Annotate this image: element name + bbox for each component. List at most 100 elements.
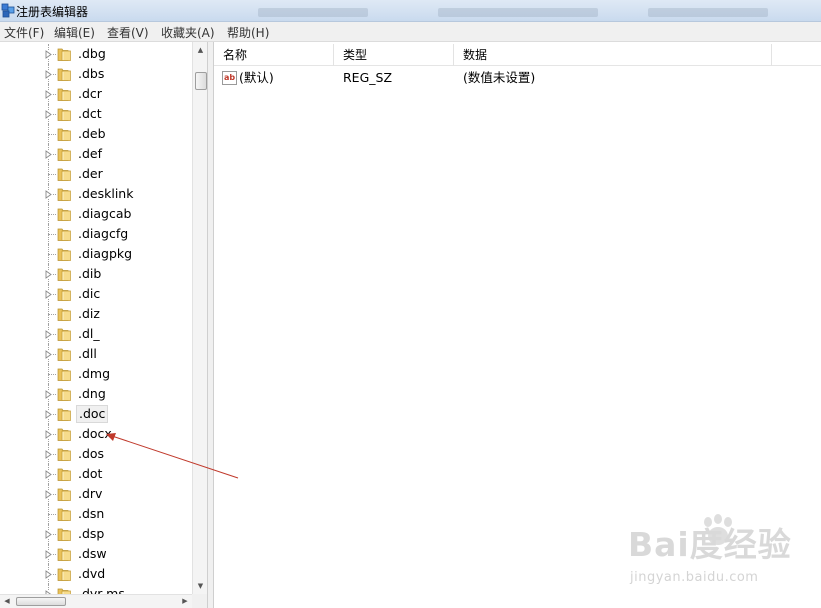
tree-item-label: .dcr <box>78 86 102 101</box>
menu-edit[interactable]: 编辑(E) <box>52 24 97 41</box>
tree-connector-line <box>48 254 56 255</box>
blurred-tab <box>438 8 598 17</box>
scroll-left-arrow-icon[interactable]: ◀ <box>0 595 14 608</box>
expand-triangle-icon[interactable] <box>44 270 53 279</box>
tree-item[interactable]: .deb <box>0 124 192 144</box>
tree-item[interactable]: .drv <box>0 484 192 504</box>
expand-triangle-icon[interactable] <box>44 110 53 119</box>
expand-triangle-icon[interactable] <box>44 350 53 359</box>
tree-item-label: .deb <box>78 126 106 141</box>
tree-item-label: .dll <box>78 346 97 361</box>
menu-file[interactable]: 文件(F) <box>2 24 46 41</box>
tree-item[interactable]: .dsp <box>0 524 192 544</box>
tree-item-label: .diagpkg <box>78 246 133 261</box>
tree-item[interactable]: .dl_ <box>0 324 192 344</box>
menu-bar: 文件(F) 编辑(E) 查看(V) 收藏夹(A) 帮助(H) <box>0 22 821 42</box>
tree-connector-line <box>48 374 56 375</box>
tree-item-label: .diz <box>78 306 100 321</box>
expand-triangle-icon[interactable] <box>44 330 53 339</box>
tree-item[interactable]: .diagcfg <box>0 224 192 244</box>
tree-item-label: .dbs <box>78 66 105 81</box>
expand-triangle-icon[interactable] <box>44 410 53 419</box>
expand-triangle-icon[interactable] <box>44 430 53 439</box>
key-tree: .dbg .dbs .dcr .dct .deb .def .der .desklink .di… <box>0 42 192 594</box>
menu-favorites[interactable]: 收藏夹(A) <box>159 24 217 41</box>
tree-item[interactable]: .def <box>0 144 192 164</box>
tree-item[interactable]: .doc <box>0 404 192 424</box>
tree-item[interactable]: .der <box>0 164 192 184</box>
expand-triangle-icon[interactable] <box>44 290 53 299</box>
expand-triangle-icon[interactable] <box>44 50 53 59</box>
tree-item-label: .dic <box>78 286 101 301</box>
watermark-url: jingyan.baidu.com <box>630 570 759 585</box>
value-row[interactable]: ab (默认) REG_SZ (数值未设置) <box>214 68 821 88</box>
folder-icon <box>57 428 71 441</box>
column-header-type[interactable]: 类型 <box>334 44 454 66</box>
tree-item[interactable]: .dng <box>0 384 192 404</box>
value-data: (数值未设置) <box>463 70 536 85</box>
expand-triangle-icon[interactable] <box>44 190 53 199</box>
tree-item[interactable]: .dct <box>0 104 192 124</box>
expand-triangle-icon[interactable] <box>44 470 53 479</box>
tree-item[interactable]: .dot <box>0 464 192 484</box>
menu-help[interactable]: 帮助(H) <box>225 24 271 41</box>
folder-icon <box>57 488 71 501</box>
expand-triangle-icon[interactable] <box>44 90 53 99</box>
tree-item[interactable]: .diagcab <box>0 204 192 224</box>
scroll-right-arrow-icon[interactable]: ▶ <box>178 595 192 608</box>
tree-item[interactable]: .dmg <box>0 364 192 384</box>
expand-triangle-icon[interactable] <box>44 450 53 459</box>
folder-icon <box>57 148 71 161</box>
tree-item-label: .dl_ <box>78 326 100 341</box>
scroll-down-arrow-icon[interactable]: ▼ <box>193 578 207 594</box>
tree-item[interactable]: .dic <box>0 284 192 304</box>
menu-view[interactable]: 查看(V) <box>105 24 151 41</box>
string-value-icon: ab <box>222 71 237 85</box>
column-header-name[interactable]: 名称 <box>214 44 334 66</box>
tree-item[interactable]: .dll <box>0 344 192 364</box>
tree-item[interactable]: .dos <box>0 444 192 464</box>
folder-icon <box>57 168 71 181</box>
tree-connector-line <box>48 514 56 515</box>
tree-item[interactable]: .dbs <box>0 64 192 84</box>
tree-item-label: .dng <box>78 386 106 401</box>
tree-item[interactable]: .diz <box>0 304 192 324</box>
tree-horizontal-scrollbar[interactable]: ◀ ▶ <box>0 594 192 608</box>
tree-item[interactable]: .diagpkg <box>0 244 192 264</box>
folder-icon <box>57 288 71 301</box>
tree-connector-line <box>48 214 56 215</box>
watermark-logo: Bai度经验 <box>628 525 792 564</box>
folder-icon <box>57 68 71 81</box>
tree-item[interactable]: .dvr-ms <box>0 584 192 594</box>
tree-item[interactable]: .dcr <box>0 84 192 104</box>
registry-editor-window: 注册表编辑器 文件(F) 编辑(E) 查看(V) 收藏夹(A) 帮助(H) .d… <box>0 0 821 608</box>
tree-vertical-scrollbar[interactable]: ▲ ▼ <box>192 42 207 594</box>
expand-triangle-icon[interactable] <box>44 530 53 539</box>
expand-triangle-icon[interactable] <box>44 150 53 159</box>
tree-item[interactable]: .desklink <box>0 184 192 204</box>
folder-icon <box>57 368 71 381</box>
blurred-tab <box>258 8 368 17</box>
scroll-thumb[interactable] <box>195 72 207 90</box>
expand-triangle-icon[interactable] <box>44 490 53 499</box>
folder-icon <box>57 228 71 241</box>
tree-item-label: .dos <box>78 446 105 461</box>
tree-item[interactable]: .dvd <box>0 564 192 584</box>
tree-item-label: .dib <box>78 266 102 281</box>
tree-item[interactable]: .docx <box>0 424 192 444</box>
tree-item-label: .def <box>78 146 102 161</box>
scroll-up-arrow-icon[interactable]: ▲ <box>193 42 207 58</box>
tree-item[interactable]: .dib <box>0 264 192 284</box>
expand-triangle-icon[interactable] <box>44 390 53 399</box>
tree-item[interactable]: .dbg <box>0 44 192 64</box>
scroll-thumb[interactable] <box>16 597 66 606</box>
folder-icon <box>57 128 71 141</box>
expand-triangle-icon[interactable] <box>44 70 53 79</box>
column-header-data[interactable]: 数据 <box>454 44 772 66</box>
expand-triangle-icon[interactable] <box>44 570 53 579</box>
tree-connector-line <box>48 134 56 135</box>
tree-item[interactable]: .dsw <box>0 544 192 564</box>
title-bar[interactable]: 注册表编辑器 <box>0 0 821 22</box>
expand-triangle-icon[interactable] <box>44 550 53 559</box>
tree-item[interactable]: .dsn <box>0 504 192 524</box>
